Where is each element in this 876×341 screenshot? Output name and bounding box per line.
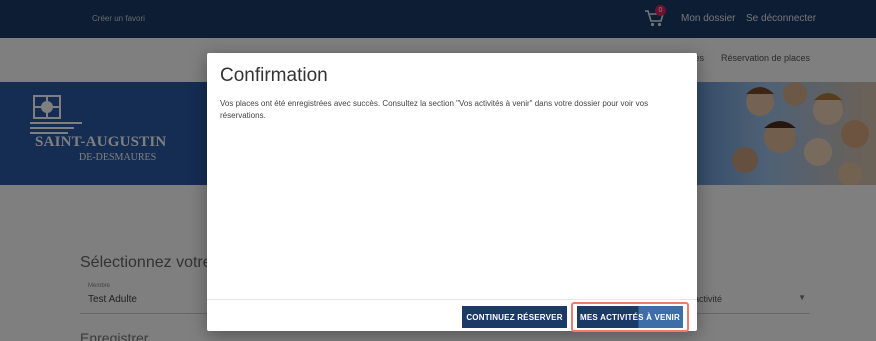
dialog-message: Vos places ont été enregistrées avec suc… (220, 99, 649, 120)
dialog-title: Confirmation (220, 65, 328, 86)
continue-reserving-button[interactable]: CONTINUEZ RÉSERVER (462, 306, 567, 328)
my-upcoming-activities-button[interactable]: MES ACTIVITÉS À VENIR (577, 306, 683, 328)
confirmation-dialog: Confirmation Vos places ont été enregist… (207, 53, 697, 332)
dialog-footer-divider (207, 299, 697, 300)
highlight-outline: MES ACTIVITÉS À VENIR (571, 302, 689, 332)
